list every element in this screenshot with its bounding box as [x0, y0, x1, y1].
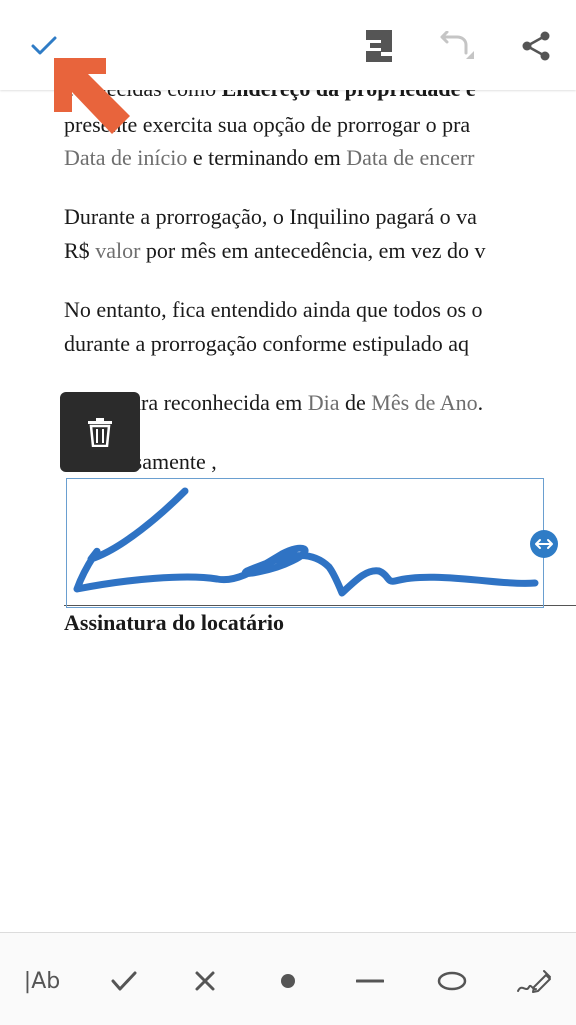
- text-tool[interactable]: |Ab: [18, 957, 66, 1005]
- signature-label: Assinatura do locatário: [64, 610, 284, 635]
- doc-para2-line2: R$ valor por mês em antecedência, em vez…: [64, 234, 486, 267]
- cross-tool[interactable]: [181, 957, 229, 1005]
- dot-tool[interactable]: [264, 957, 312, 1005]
- resize-handle[interactable]: [530, 530, 558, 558]
- doc-text: de: [339, 390, 372, 415]
- ellipse-icon: [437, 971, 467, 991]
- placeholder-value[interactable]: valor: [95, 238, 140, 263]
- text-tool-label: |Ab: [23, 968, 61, 994]
- doc-para3-line2: durante a prorrogação conforme estipulad…: [64, 331, 469, 356]
- check-icon: [31, 36, 57, 55]
- pointer-arrow-icon: [54, 58, 130, 134]
- doc-text: por mês em antecedência, em vez do v: [140, 238, 486, 263]
- checkmark-icon: [111, 971, 137, 991]
- doc-text: .: [477, 390, 484, 415]
- share-button[interactable]: [512, 22, 560, 70]
- placeholder-day[interactable]: Dia: [308, 390, 340, 415]
- doc-text: e terminando em: [187, 145, 347, 170]
- doc-text: R$: [64, 238, 96, 263]
- signature-box[interactable]: [66, 478, 544, 608]
- delete-signature-button[interactable]: [60, 392, 140, 472]
- trash-icon: [88, 418, 112, 447]
- doc-para3-line1: No entanto, fica entendido ainda que tod…: [64, 297, 483, 322]
- placeholder-start-date[interactable]: Data de início: [64, 145, 187, 170]
- save-icon: [366, 30, 392, 62]
- cross-icon: [195, 971, 215, 991]
- save-button[interactable]: [355, 22, 403, 70]
- placeholder-month-year[interactable]: Mês de Ano: [371, 390, 477, 415]
- bottom-toolbar: |Ab: [0, 932, 576, 1025]
- doc-line-3: Data de início e terminando em Data de e…: [64, 141, 475, 174]
- resize-horizontal-icon: [535, 539, 553, 549]
- undo-button[interactable]: [432, 22, 480, 70]
- signature-pen-icon: [517, 970, 551, 993]
- ellipse-tool[interactable]: [428, 957, 476, 1005]
- signature-tool[interactable]: [510, 957, 558, 1005]
- doc-para2-line1: Durante a prorrogação, o Inquilino pagar…: [64, 204, 477, 229]
- placeholder-end-date[interactable]: Data de encerr: [346, 145, 474, 170]
- check-tool[interactable]: [100, 957, 148, 1005]
- undo-icon: [440, 31, 474, 59]
- line-icon: [356, 979, 384, 983]
- line-tool[interactable]: [346, 957, 394, 1005]
- signature-ink: [73, 487, 539, 597]
- share-icon: [522, 31, 550, 61]
- dot-icon: [281, 974, 295, 988]
